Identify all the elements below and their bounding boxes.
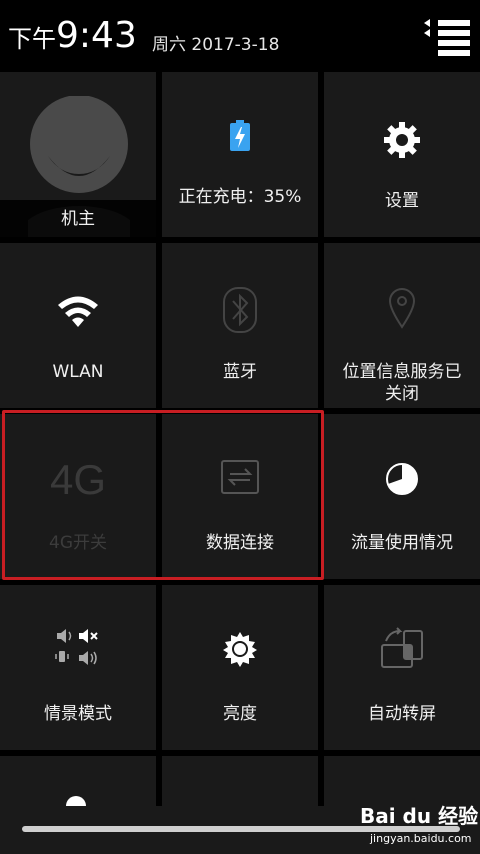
- gear-icon: [384, 122, 420, 158]
- time: 9:43: [56, 15, 137, 56]
- wifi-icon: [58, 296, 98, 327]
- tile-label-location-line2: 关闭: [385, 384, 419, 404]
- tile-traffic[interactable]: 流量使用情况: [324, 414, 480, 579]
- tile-profile[interactable]: 情景模式: [0, 585, 156, 750]
- tile-location[interactable]: 位置信息服务已 关闭: [324, 243, 480, 408]
- tile-label-owner: 机主: [61, 209, 95, 229]
- tile-wlan[interactable]: WLAN: [0, 243, 156, 408]
- tile-battery[interactable]: 正在充电：35%: [162, 72, 318, 237]
- date: 周六 2017-3-18: [152, 35, 280, 55]
- watermark-brand: Bai du 经验: [360, 804, 479, 828]
- tile-label-location-line1: 位置信息服务已: [342, 362, 462, 382]
- list-menu-icon[interactable]: [422, 18, 470, 58]
- partial-icon: [66, 796, 86, 806]
- tile-auto-rotate[interactable]: 自动转屏: [324, 585, 480, 750]
- tile-label-data: 数据连接: [206, 533, 274, 553]
- tile-4g[interactable]: 4G 4G开关: [0, 414, 156, 579]
- tile-settings[interactable]: 设置: [324, 72, 480, 237]
- tile-brightness[interactable]: 亮度: [162, 585, 318, 750]
- tile-row5-2[interactable]: [162, 756, 318, 806]
- tile-row5-1[interactable]: [0, 756, 156, 806]
- battery-charging-icon: [230, 120, 250, 151]
- status-bar: 下午9:43 周六 2017-3-18: [0, 0, 480, 72]
- tile-row5-3[interactable]: [324, 756, 480, 806]
- tile-label-rotate: 自动转屏: [368, 704, 436, 724]
- tile-label-brightness: 亮度: [223, 704, 257, 724]
- 4g-icon: 4G: [49, 456, 107, 503]
- pie-clock-icon: [386, 463, 418, 495]
- watermark-url: jingyan.baidu.com: [370, 832, 472, 845]
- auto-rotate-icon: [381, 627, 423, 668]
- tile-owner[interactable]: 机主: [0, 72, 156, 237]
- location-pin-icon: [388, 288, 416, 329]
- clock: 下午9:43: [8, 12, 137, 63]
- tile-label-bluetooth: 蓝牙: [223, 362, 257, 382]
- tile-label-4g: 4G开关: [49, 533, 107, 553]
- bluetooth-icon: [223, 287, 257, 333]
- time-prefix: 下午: [8, 25, 56, 53]
- tile-label-traffic: 流量使用情况: [351, 533, 453, 553]
- tile-label-profile: 情景模式: [44, 704, 112, 724]
- tile-label-settings: 设置: [385, 191, 419, 211]
- tile-data-connection[interactable]: 数据连接: [162, 414, 318, 579]
- data-connection-icon: [221, 460, 259, 494]
- brightness-icon: [223, 632, 257, 667]
- tile-label-wlan: WLAN: [52, 362, 104, 382]
- tile-label-battery: 正在充电：35%: [178, 187, 302, 207]
- tile-bluetooth[interactable]: 蓝牙: [162, 243, 318, 408]
- sound-profile-icon: [55, 629, 98, 665]
